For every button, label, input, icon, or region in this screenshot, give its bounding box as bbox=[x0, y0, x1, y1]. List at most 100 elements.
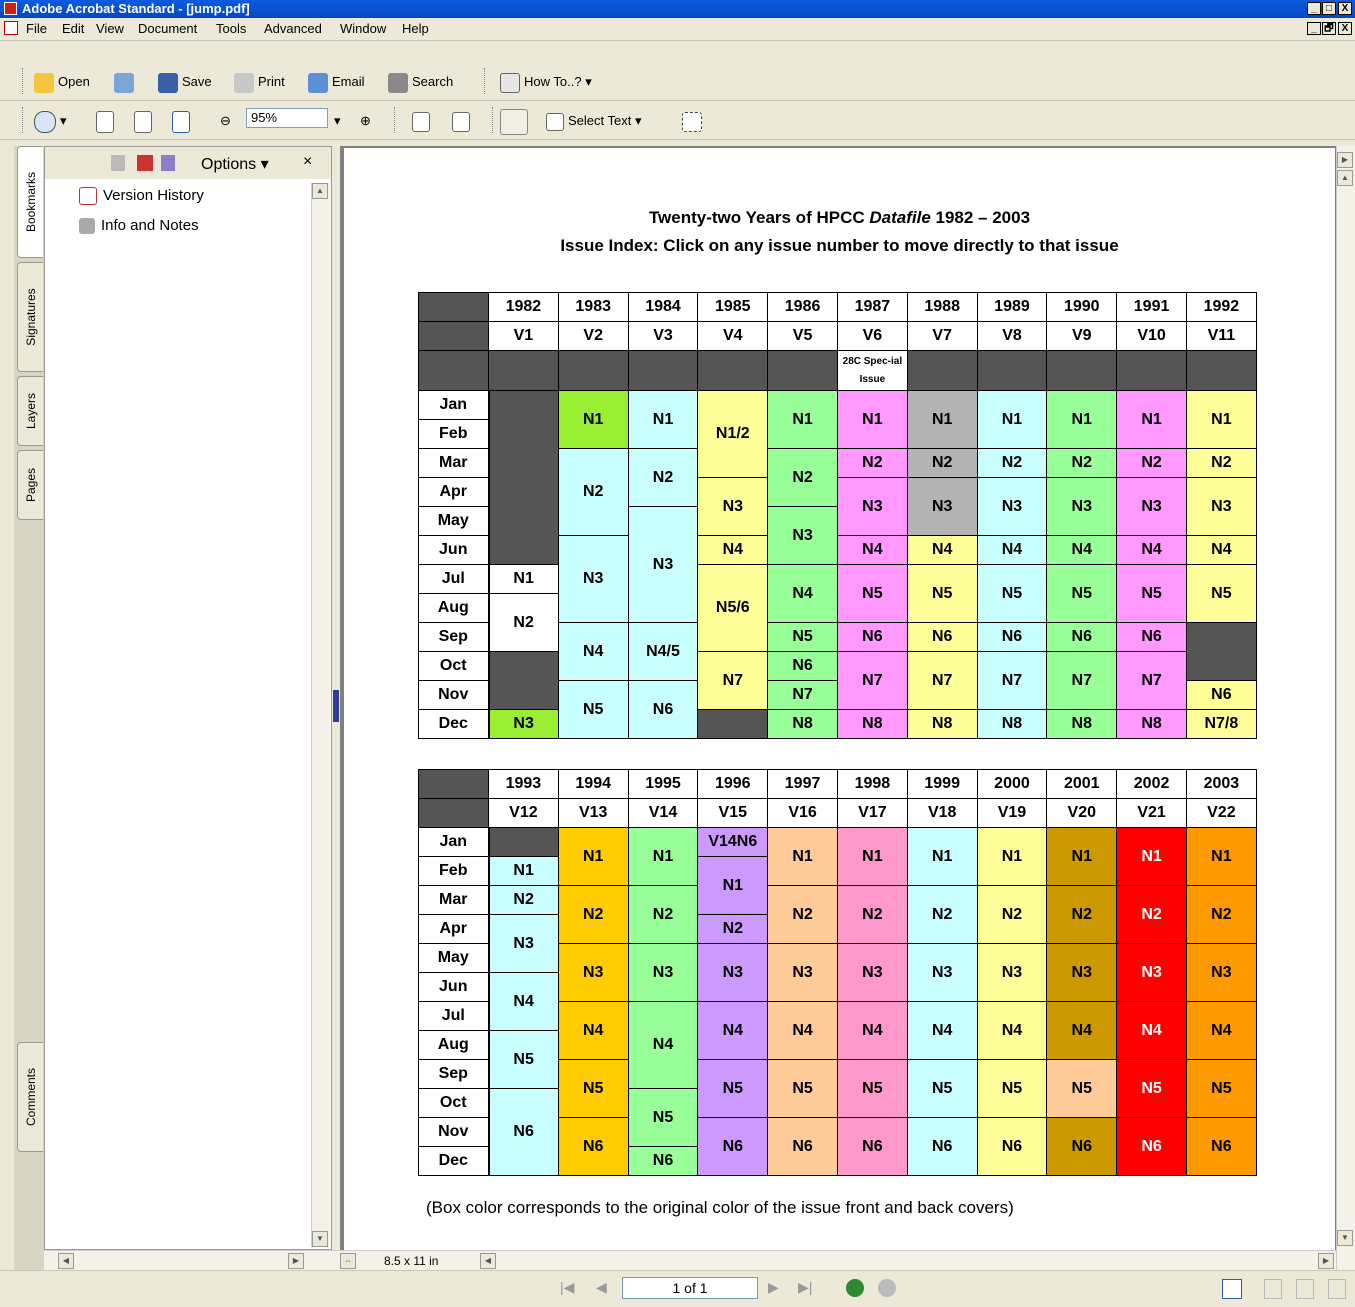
zoom-out-button[interactable]: ⊖ bbox=[220, 109, 231, 133]
issue-link[interactable]: N4 bbox=[836, 1001, 908, 1060]
issue-link[interactable]: N4 bbox=[1116, 535, 1187, 565]
issue-link[interactable]: N7 bbox=[697, 651, 769, 710]
issue-link[interactable]: N1 bbox=[767, 390, 838, 449]
open-button[interactable]: Open bbox=[34, 70, 90, 94]
issue-link[interactable]: N7 bbox=[906, 651, 978, 710]
print-button[interactable]: Print bbox=[234, 70, 285, 94]
menu-advanced[interactable]: Advanced bbox=[264, 21, 322, 36]
maximize-button[interactable]: □ bbox=[1322, 2, 1336, 15]
zoom-input[interactable]: 95% bbox=[246, 108, 328, 128]
toolbar-grip[interactable] bbox=[22, 68, 26, 94]
issue-link[interactable]: N6 bbox=[836, 1117, 908, 1176]
issue-link[interactable]: N2 bbox=[836, 885, 908, 944]
scroll-left-icon[interactable]: ◀ bbox=[58, 1253, 74, 1269]
issue-link[interactable]: N6 bbox=[1185, 1117, 1257, 1176]
issue-link[interactable]: N4 bbox=[697, 535, 769, 565]
issue-link[interactable]: N4 bbox=[1116, 1001, 1187, 1060]
close-window-button[interactable]: X bbox=[1338, 2, 1352, 15]
splitter-grip[interactable] bbox=[333, 690, 339, 722]
special-issue-link[interactable]: 28C Spec-ial Issue bbox=[836, 350, 908, 391]
issue-link[interactable]: N1 bbox=[1116, 390, 1187, 449]
issue-link[interactable]: N5 bbox=[836, 1059, 908, 1118]
issue-link[interactable]: N2 bbox=[906, 448, 978, 478]
scroll-left-icon[interactable]: ◀ bbox=[480, 1253, 496, 1269]
issue-link[interactable]: N4 bbox=[1046, 1001, 1118, 1060]
issue-link[interactable]: N3 bbox=[1116, 943, 1187, 1002]
last-page-icon[interactable]: ▶| bbox=[798, 1279, 812, 1296]
issue-link[interactable]: N4 bbox=[906, 535, 978, 565]
issue-link[interactable]: N2 bbox=[1046, 448, 1118, 478]
page-number-input[interactable]: 1 of 1 bbox=[622, 1277, 758, 1299]
issue-link[interactable]: N6 bbox=[767, 1117, 838, 1176]
bookmark-info-and-notes[interactable]: Info and Notes bbox=[79, 217, 199, 235]
issue-link[interactable]: N4 bbox=[976, 535, 1048, 565]
issue-link[interactable]: N5 bbox=[1185, 564, 1257, 623]
issue-link[interactable]: N3 bbox=[557, 535, 629, 623]
toolbar-grip[interactable] bbox=[22, 107, 26, 133]
issue-link[interactable]: N3 bbox=[697, 943, 769, 1002]
issue-link[interactable]: N2 bbox=[767, 448, 838, 507]
issue-link[interactable]: N2 bbox=[1116, 448, 1187, 478]
zoom-dropdown[interactable]: ▾ bbox=[334, 109, 341, 133]
issue-link[interactable]: N5 bbox=[488, 1030, 559, 1089]
issue-link[interactable]: N5 bbox=[697, 1059, 769, 1118]
issue-link[interactable]: N1 bbox=[557, 827, 629, 886]
issue-link[interactable]: N5 bbox=[906, 1059, 978, 1118]
issue-link[interactable]: N7 bbox=[1116, 651, 1187, 710]
issue-link[interactable]: N3 bbox=[1116, 477, 1187, 536]
issue-link[interactable]: N8 bbox=[836, 709, 908, 739]
actual-size-button[interactable] bbox=[96, 109, 118, 133]
hand-tool-button[interactable] bbox=[500, 109, 532, 135]
issue-link[interactable]: N7 bbox=[1046, 651, 1118, 710]
tab-comments[interactable]: Comments bbox=[17, 1042, 43, 1152]
issue-link[interactable]: N3 bbox=[976, 477, 1048, 536]
issue-link[interactable]: N1 bbox=[976, 827, 1048, 886]
issue-link[interactable]: N2 bbox=[1116, 885, 1187, 944]
snapshot-tool-button[interactable] bbox=[682, 109, 706, 133]
issue-link[interactable]: N5 bbox=[1116, 564, 1187, 623]
issue-link[interactable]: N3 bbox=[557, 943, 629, 1002]
issue-link[interactable]: N3 bbox=[627, 506, 699, 623]
issue-link[interactable]: N3 bbox=[1185, 943, 1257, 1002]
menu-window[interactable]: Window bbox=[340, 21, 386, 36]
menu-file[interactable]: File bbox=[26, 21, 47, 36]
issue-link[interactable]: N1 bbox=[906, 827, 978, 886]
issue-link[interactable]: N1 bbox=[697, 856, 769, 915]
issue-link[interactable]: N2 bbox=[557, 448, 629, 536]
tab-signatures[interactable]: Signatures bbox=[17, 262, 43, 372]
doc-restore-button[interactable]: 🗗 bbox=[1322, 22, 1336, 35]
options-menu[interactable]: Options ▾ bbox=[201, 154, 269, 174]
menu-document[interactable]: Document bbox=[138, 21, 197, 36]
issue-link[interactable]: N6 bbox=[976, 1117, 1048, 1176]
toolbar-grip[interactable] bbox=[484, 68, 488, 94]
issue-link[interactable]: N6 bbox=[906, 1117, 978, 1176]
issue-link[interactable]: N2 bbox=[488, 885, 559, 915]
minimize-button[interactable]: _ bbox=[1307, 2, 1321, 15]
issue-link[interactable]: N4 bbox=[1046, 535, 1118, 565]
issue-link[interactable]: N3 bbox=[906, 943, 978, 1002]
search-button[interactable]: Search bbox=[388, 70, 453, 94]
issue-link[interactable]: N8 bbox=[1046, 709, 1118, 739]
issue-link[interactable]: N5 bbox=[557, 1059, 629, 1118]
issue-link[interactable]: N1 bbox=[1116, 827, 1187, 886]
issue-link[interactable]: N8 bbox=[1116, 709, 1187, 739]
issue-link[interactable]: N1 bbox=[1046, 390, 1118, 449]
issue-link[interactable]: N6 bbox=[1116, 1117, 1187, 1176]
issue-link[interactable]: N1 bbox=[557, 390, 629, 449]
trash-icon[interactable] bbox=[111, 155, 125, 171]
issue-link[interactable]: N6 bbox=[976, 622, 1048, 652]
issue-link[interactable]: N6 bbox=[1185, 680, 1257, 710]
issue-link[interactable]: N3 bbox=[627, 943, 699, 1002]
document-vertical-scrollbar[interactable]: ▶ ▲ ▼ bbox=[1336, 146, 1355, 1270]
issue-link[interactable]: N4 bbox=[557, 622, 629, 681]
issue-link[interactable]: N5 bbox=[976, 1059, 1048, 1118]
issue-link[interactable]: N1 bbox=[1185, 827, 1257, 886]
issue-link[interactable]: N8 bbox=[976, 709, 1048, 739]
select-text-tool[interactable]: Select Text ▾ bbox=[546, 109, 642, 133]
issue-link[interactable]: N1 bbox=[767, 827, 838, 886]
issue-link[interactable]: N3 bbox=[1185, 477, 1257, 536]
issue-link[interactable]: N1 bbox=[627, 390, 699, 449]
issue-link[interactable]: N1 bbox=[906, 390, 978, 449]
issue-link[interactable]: N5 bbox=[1046, 1059, 1118, 1118]
horizontal-scrollbar[interactable]: ◀ ▶ ⇔ 8.5 x 11 in ◀ ▶ bbox=[44, 1250, 1336, 1271]
